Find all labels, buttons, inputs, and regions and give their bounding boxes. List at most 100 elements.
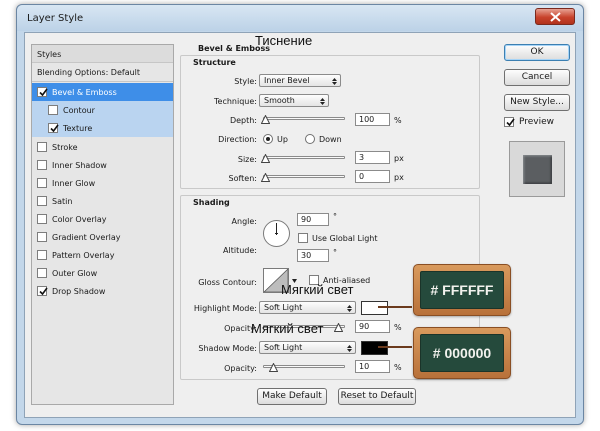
pattern-overlay-checkbox[interactable] [37,250,47,260]
color-overlay-checkbox[interactable] [37,214,47,224]
style-item-outer-glow[interactable]: Outer Glow [32,264,173,282]
highlight-opacity-input[interactable]: 90 [355,320,390,333]
depth-unit: % [394,116,402,125]
soften-slider-thumb[interactable] [261,173,270,182]
angle-dial[interactable] [263,220,290,247]
depth-slider-thumb[interactable] [261,115,270,124]
depth-label: Depth: [229,116,257,125]
style-item-texture[interactable]: Texture [32,119,173,137]
dropdown-arrows-icon [347,345,352,352]
size-input[interactable]: 3 [355,151,390,164]
style-item-gradient-overlay[interactable]: Gradient Overlay [32,228,173,246]
style-item-stroke[interactable]: Stroke [32,138,173,156]
preview-checkbox[interactable] [504,117,515,127]
shadow-mode-value: Soft Light [264,343,303,352]
close-icon [550,12,561,22]
highlight-mode-value: Soft Light [264,303,303,312]
check-icon [39,88,48,97]
style-item-bevel-emboss[interactable]: Bevel & Emboss [32,83,173,101]
highlight-pointer [378,306,412,308]
altitude-label: Altitude: [223,246,257,255]
highlight-color-badge: # FFFFFF [413,264,511,316]
style-dropdown[interactable]: Inner Bevel [259,74,341,87]
shadow-opacity-input[interactable]: 10 [355,360,390,373]
style-item-satin[interactable]: Satin [32,192,173,210]
direction-down-radio[interactable] [305,134,315,144]
contour-checkbox[interactable] [48,105,58,115]
style-item-label: Inner Glow [52,178,96,188]
preview-label: Preview [519,117,555,127]
gradient-overlay-checkbox[interactable] [37,232,47,242]
highlight-color-code: # FFFFFF [420,271,504,309]
soften-slider[interactable] [263,175,345,178]
inner-glow-checkbox[interactable] [37,178,47,188]
shadow-opacity-unit: % [394,363,402,372]
style-item-label: Pattern Overlay [52,250,115,260]
depth-slider[interactable] [263,117,345,120]
highlight-color-swatch[interactable] [361,301,388,315]
style-value: Inner Bevel [264,76,310,85]
style-item-label: Drop Shadow [52,286,106,296]
technique-dropdown[interactable]: Smooth [259,94,329,107]
cancel-button[interactable]: Cancel [504,69,570,86]
style-item-label: Inner Shadow [52,160,107,170]
style-item-inner-glow[interactable]: Inner Glow [32,174,173,192]
outer-glow-checkbox[interactable] [37,268,47,278]
style-item-drop-shadow[interactable]: Drop Shadow [32,282,173,300]
check-icon [39,287,48,296]
angle-input[interactable]: 90 [297,213,329,226]
check-icon [506,118,515,127]
style-item-label: Satin [52,196,73,206]
shadow-opacity-label: Opacity: [224,364,257,373]
annotation-emboss: Тиснение [255,33,313,48]
blending-options-item[interactable]: Blending Options: Default [32,64,173,82]
shadow-color-swatch[interactable] [361,341,388,355]
angle-needle-icon [275,223,278,235]
size-slider[interactable] [263,156,345,159]
title-bar[interactable]: Layer Style [17,5,583,31]
structure-label: Structure [193,58,236,67]
soften-unit: px [394,173,404,182]
blending-options-label: Blending Options: Default [37,68,141,77]
new-style-button[interactable]: New Style... [504,94,570,111]
soften-input[interactable]: 0 [355,170,390,183]
direction-label: Direction: [218,135,257,144]
bevel-emboss-checkbox[interactable] [37,87,48,97]
close-button[interactable] [535,8,575,25]
highlight-opacity-label: Opacity: [224,324,257,333]
shadow-color-badge: # 000000 [413,327,511,379]
shadow-mode-dropdown[interactable]: Soft Light [259,341,356,354]
shadow-pointer [378,346,412,348]
highlight-opacity-unit: % [394,323,402,332]
style-item-inner-shadow[interactable]: Inner Shadow [32,156,173,174]
satin-checkbox[interactable] [37,196,47,206]
altitude-unit: ° [333,248,337,257]
technique-value: Smooth [264,96,295,105]
stroke-checkbox[interactable] [37,142,47,152]
highlight-mode-dropdown[interactable]: Soft Light [259,301,356,314]
highlight-mode-label: Highlight Mode: [193,304,257,313]
direction-up-radio[interactable] [263,134,273,144]
style-item-label: Contour [63,105,95,115]
ok-button[interactable]: OK [504,44,570,61]
styles-header[interactable]: Styles [32,45,173,63]
size-slider-thumb[interactable] [261,154,270,163]
make-default-button[interactable]: Make Default [257,388,327,405]
shadow-opacity-thumb[interactable] [269,363,278,372]
drop-shadow-checkbox[interactable] [37,286,48,296]
style-item-contour[interactable]: Contour [32,101,173,119]
angle-unit: ° [333,212,337,221]
style-item-pattern-overlay[interactable]: Pattern Overlay [32,246,173,264]
inner-shadow-checkbox[interactable] [37,160,47,170]
highlight-opacity-thumb[interactable] [334,323,343,332]
reset-to-default-button[interactable]: Reset to Default [338,388,416,405]
altitude-input[interactable]: 30 [297,249,329,262]
style-item-label: Color Overlay [52,214,107,224]
texture-checkbox[interactable] [48,123,59,133]
style-item-color-overlay[interactable]: Color Overlay [32,210,173,228]
use-global-light-checkbox[interactable] [298,233,308,243]
check-icon [50,124,59,133]
depth-input[interactable]: 100 [355,113,390,126]
preview-toggle[interactable]: Preview [504,117,554,127]
shadow-color-code: # 000000 [420,334,504,372]
